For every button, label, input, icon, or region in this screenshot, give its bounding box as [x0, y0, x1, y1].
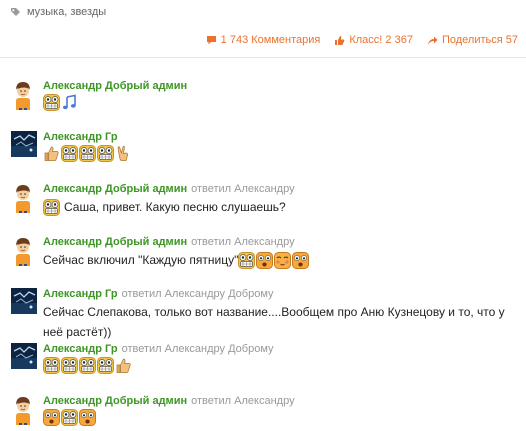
avatar[interactable] — [10, 183, 36, 213]
shocked-icon — [79, 409, 96, 426]
laugh-icon — [61, 409, 78, 426]
comment-item: Александр Гр ответил Александру Доброму Се… — [0, 288, 526, 339]
share-count-label: Поделиться 57 — [441, 34, 518, 46]
comment-header: Александр Добрый админ ответил Александру — [43, 183, 295, 195]
tag-icon — [10, 7, 21, 18]
tags-text[interactable]: музыка, звезды — [27, 6, 106, 18]
reply-to-label: ответил Александру — [191, 395, 295, 407]
author-link[interactable]: Александр Гр — [43, 343, 118, 355]
laugh-icon — [43, 357, 60, 374]
laugh-icon — [61, 145, 78, 162]
laugh-icon — [97, 145, 114, 162]
like-icon — [335, 35, 345, 45]
author-link[interactable]: Александр Добрый админ — [43, 183, 187, 195]
author-link[interactable]: Александр Добрый админ — [43, 395, 187, 407]
laugh-icon — [79, 357, 96, 374]
comment-header: Александр Гр — [43, 131, 118, 143]
like-button[interactable]: Класс! 2 367 — [334, 34, 413, 46]
author-link[interactable]: Александр Добрый админ — [43, 236, 187, 248]
avatar[interactable] — [11, 131, 37, 157]
comment-item: Александр Добрый админ ответил Александру… — [0, 183, 526, 231]
share-icon — [427, 36, 438, 45]
avatar[interactable] — [10, 236, 36, 266]
laugh-icon — [238, 251, 256, 269]
victory-icon — [115, 145, 132, 162]
music-note-icon — [61, 94, 78, 111]
laugh-icon — [97, 357, 114, 374]
comment-body — [43, 357, 133, 374]
comment-body — [43, 145, 133, 162]
comment-item: Александр Добрый админ ответил Александру… — [0, 236, 526, 284]
comment-icon — [206, 36, 216, 45]
comment-text: Саша, привет. Какую песню слушаешь? — [64, 200, 286, 214]
comment-header: Александр Добрый админ ответил Александру — [43, 236, 295, 248]
comment-body: Сейчас Слепакова, только вот название...… — [43, 302, 513, 342]
comment-body — [43, 409, 97, 426]
comment-header: Александр Гр ответил Александру Доброму — [43, 288, 274, 300]
comment-header: Александр Гр ответил Александру Доброму — [43, 343, 274, 355]
shocked-icon — [43, 409, 60, 426]
avatar[interactable] — [10, 395, 36, 425]
thumbs-up-icon — [115, 357, 132, 374]
author-link[interactable]: Александр Гр — [43, 288, 118, 300]
avatar[interactable] — [11, 288, 37, 314]
shocked-icon — [292, 251, 310, 269]
reply-to-label: ответил Александру Доброму — [121, 343, 274, 355]
laugh-icon — [61, 357, 78, 374]
shocked-icon — [256, 251, 274, 269]
like-count-label: Класс! 2 367 — [349, 34, 413, 46]
comment-header: Александр Добрый админ — [43, 80, 187, 92]
comments-count-button[interactable]: 1 743 Комментария — [206, 34, 321, 46]
author-link[interactable]: Александр Гр — [43, 131, 118, 143]
comment-body: Саша, привет. Какую песню слушаешь? — [43, 197, 286, 217]
post-stats-bar: 1 743 Комментария Класс! 2 367 Поделитьс… — [192, 34, 518, 46]
reply-to-label: ответил Александру — [191, 183, 295, 195]
avatar[interactable] — [10, 80, 36, 110]
thumbs-up-icon — [43, 145, 60, 162]
comment-text: Сейчас Слепакова, только вот название...… — [43, 305, 505, 339]
comment-header: Александр Добрый админ ответил Александру — [43, 395, 295, 407]
blush-icon — [274, 251, 292, 269]
laugh-icon — [79, 145, 96, 162]
comment-item: Александр Добрый админ ответил Александру — [0, 395, 526, 431]
post-tags: музыка, звезды — [10, 5, 106, 19]
comment-item: Александр Добрый админ — [0, 80, 526, 128]
comment-body — [43, 94, 79, 111]
laugh-icon — [43, 198, 60, 216]
comment-item: Александр Гр — [0, 131, 526, 179]
avatar[interactable] — [11, 343, 37, 369]
comment-body: Сейчас включил "Каждую пятницу" — [43, 250, 310, 270]
header-divider — [0, 57, 526, 58]
reply-to-label: ответил Александру Доброму — [121, 288, 274, 300]
comments-count-label: 1 743 Комментария — [220, 34, 321, 46]
laugh-icon — [43, 94, 60, 111]
comment-item: Александр Гр ответил Александру Доброму — [0, 343, 526, 391]
author-link[interactable]: Александр Добрый админ — [43, 80, 187, 92]
comment-text: Сейчас включил "Каждую пятницу" — [43, 253, 239, 267]
share-button[interactable]: Поделиться 57 — [427, 34, 518, 46]
reply-to-label: ответил Александру — [191, 236, 295, 248]
